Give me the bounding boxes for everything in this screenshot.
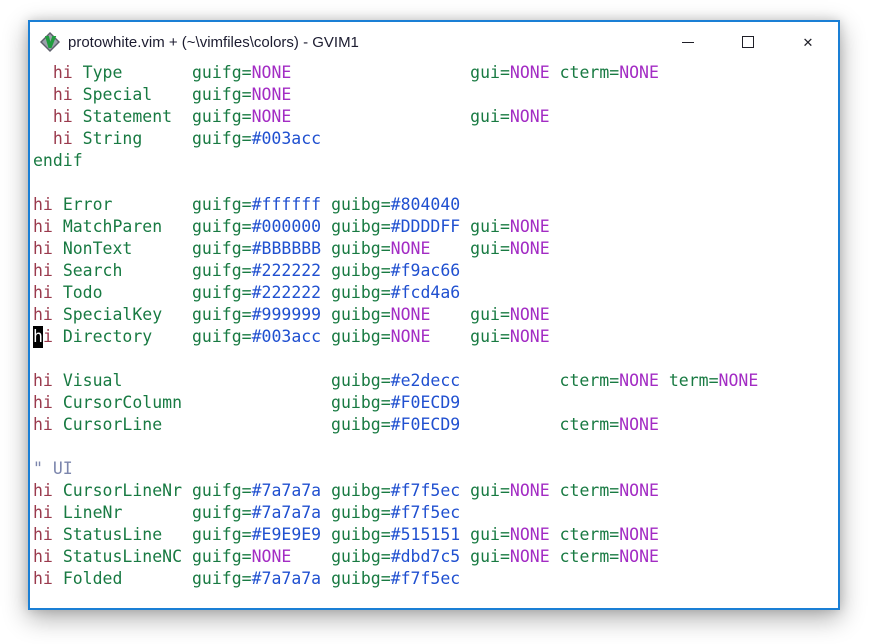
text-editor[interactable]: hi Type guifg=NONE gui=NONE cterm=NONE h… (30, 62, 838, 590)
code-line: hi MatchParen guifg=#000000 guibg=#DDDDF… (33, 216, 838, 238)
code-line: hi Search guifg=#222222 guibg=#f9ac66 (33, 260, 838, 282)
gvim-window: protowhite.vim + (~\vimfiles\colors) - G… (28, 20, 840, 610)
code-line: hi Error guifg=#ffffff guibg=#804040 (33, 194, 838, 216)
code-line: hi Special guifg=NONE (33, 84, 838, 106)
code-line: hi StatusLineNC guifg=NONE guibg=#dbd7c5… (33, 546, 838, 568)
window-title: protowhite.vim + (~\vimfiles\colors) - G… (68, 34, 658, 51)
code-line: " UI (33, 458, 838, 480)
code-line: hi Statement guifg=NONE gui=NONE (33, 106, 838, 128)
code-line: hi LineNr guifg=#7a7a7a guibg=#f7f5ec (33, 502, 838, 524)
code-line: hi CursorColumn guibg=#F0ECD9 (33, 392, 838, 414)
code-line: hi Type guifg=NONE gui=NONE cterm=NONE (33, 62, 838, 84)
code-line (33, 348, 838, 370)
close-icon: ✕ (803, 36, 814, 49)
code-line: hi NonText guifg=#BBBBBB guibg=NONE gui=… (33, 238, 838, 260)
code-line: hi Folded guifg=#7a7a7a guibg=#f7f5ec (33, 568, 838, 590)
code-line: hi Visual guibg=#e2decc cterm=NONE term=… (33, 370, 838, 392)
maximize-icon (742, 36, 754, 48)
code-line: hi String guifg=#003acc (33, 128, 838, 150)
code-line: hi SpecialKey guifg=#999999 guibg=NONE g… (33, 304, 838, 326)
vim-icon (40, 32, 60, 52)
title-bar[interactable]: protowhite.vim + (~\vimfiles\colors) - G… (30, 22, 838, 62)
minimize-button[interactable] (658, 22, 718, 62)
desktop: protowhite.vim + (~\vimfiles\colors) - G… (0, 0, 872, 644)
text-cursor: h (33, 326, 43, 348)
code-line: hi StatusLine guifg=#E9E9E9 guibg=#51515… (33, 524, 838, 546)
code-line: hi Directory guifg=#003acc guibg=NONE gu… (33, 326, 838, 348)
maximize-button[interactable] (718, 22, 778, 62)
code-line (33, 172, 838, 194)
minimize-icon (682, 42, 694, 43)
close-button[interactable]: ✕ (778, 22, 838, 62)
code-line: hi CursorLine guibg=#F0ECD9 cterm=NONE (33, 414, 838, 436)
code-line: hi Todo guifg=#222222 guibg=#fcd4a6 (33, 282, 838, 304)
code-line: hi CursorLineNr guifg=#7a7a7a guibg=#f7f… (33, 480, 838, 502)
window-controls: ✕ (658, 22, 838, 62)
code-line: endif (33, 150, 838, 172)
code-line (33, 436, 838, 458)
